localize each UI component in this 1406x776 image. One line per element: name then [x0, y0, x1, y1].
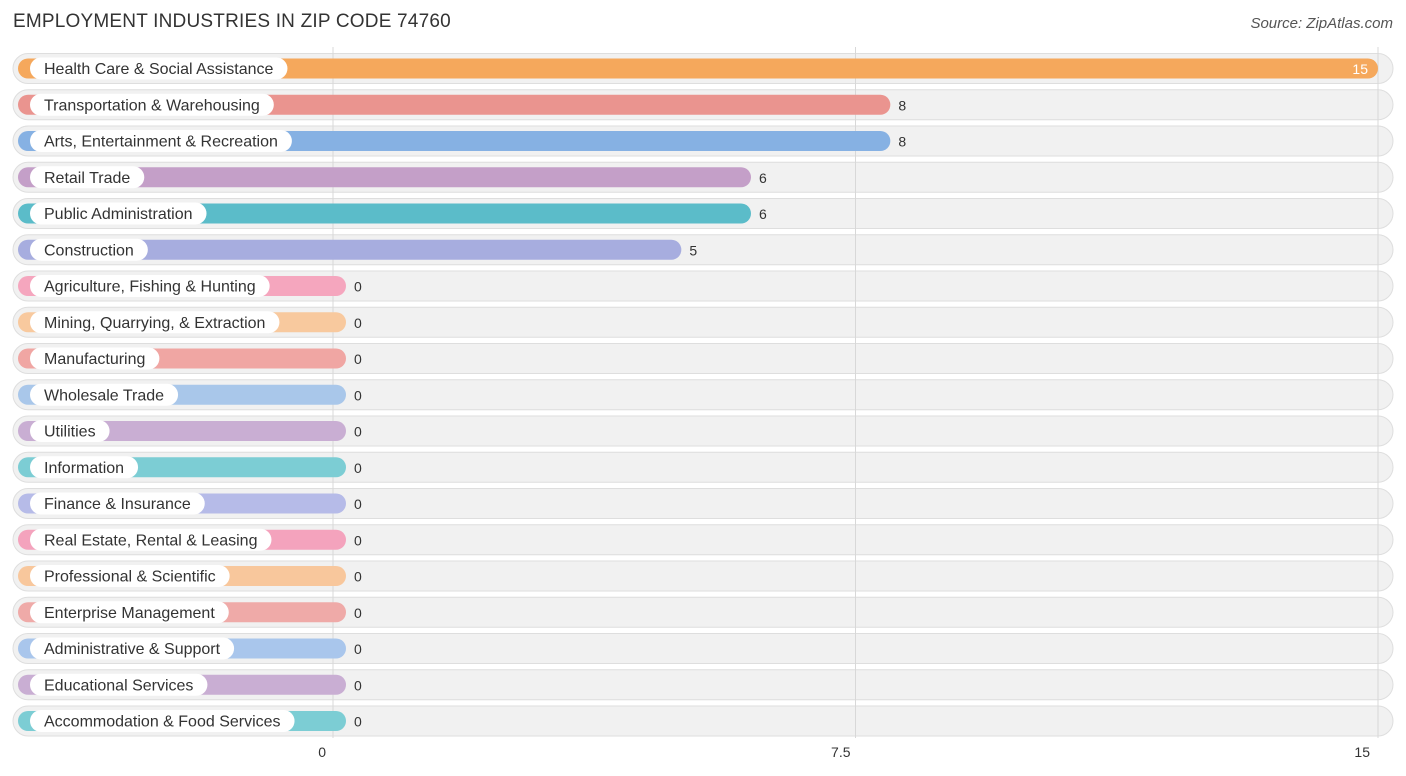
- category-label: Utilities: [44, 424, 96, 441]
- category-label: Educational Services: [44, 677, 193, 694]
- value-label: 15: [1352, 61, 1368, 77]
- value-label: 0: [354, 424, 362, 440]
- value-label: 0: [354, 496, 362, 512]
- category-label: Construction: [44, 242, 134, 259]
- category-label: Public Administration: [44, 206, 193, 223]
- value-label: 0: [354, 315, 362, 331]
- value-label: 0: [354, 569, 362, 585]
- category-label: Retail Trade: [44, 170, 130, 187]
- category-label: Mining, Quarrying, & Extraction: [44, 315, 265, 332]
- value-label: 0: [354, 351, 362, 367]
- category-label: Agriculture, Fishing & Hunting: [44, 279, 256, 296]
- category-label: Finance & Insurance: [44, 496, 191, 513]
- value-label: 0: [354, 279, 362, 295]
- value-label: 8: [898, 134, 906, 150]
- category-label: Manufacturing: [44, 351, 145, 368]
- value-label: 5: [689, 242, 697, 258]
- bar-chart: Health Care & Social Assistance 15 Transpo…: [12, 47, 1394, 760]
- x-tick-label: 15: [1354, 744, 1370, 760]
- value-label: 0: [354, 532, 362, 548]
- category-label: Professional & Scientific: [44, 569, 216, 586]
- value-label: 0: [354, 387, 362, 403]
- category-label: Health Care & Social Assistance: [44, 61, 274, 78]
- value-label: 0: [354, 641, 362, 657]
- value-label: 0: [354, 460, 362, 476]
- category-label: Arts, Entertainment & Recreation: [44, 134, 278, 151]
- value-label: 0: [354, 605, 362, 621]
- x-tick-label: 7.5: [831, 744, 851, 760]
- category-label: Administrative & Support: [44, 641, 221, 658]
- category-label: Information: [44, 460, 124, 477]
- value-label: 6: [759, 170, 767, 186]
- x-tick-label: 0: [318, 744, 326, 760]
- category-label: Enterprise Management: [44, 605, 215, 622]
- value-label: 6: [759, 206, 767, 222]
- category-label: Real Estate, Rental & Leasing: [44, 532, 257, 549]
- category-label: Transportation & Warehousing: [44, 97, 260, 114]
- category-label: Accommodation & Food Services: [44, 714, 281, 731]
- value-label: 0: [354, 677, 362, 693]
- category-label: Wholesale Trade: [44, 387, 164, 404]
- value-label: 8: [898, 97, 906, 113]
- value-label: 0: [354, 714, 362, 730]
